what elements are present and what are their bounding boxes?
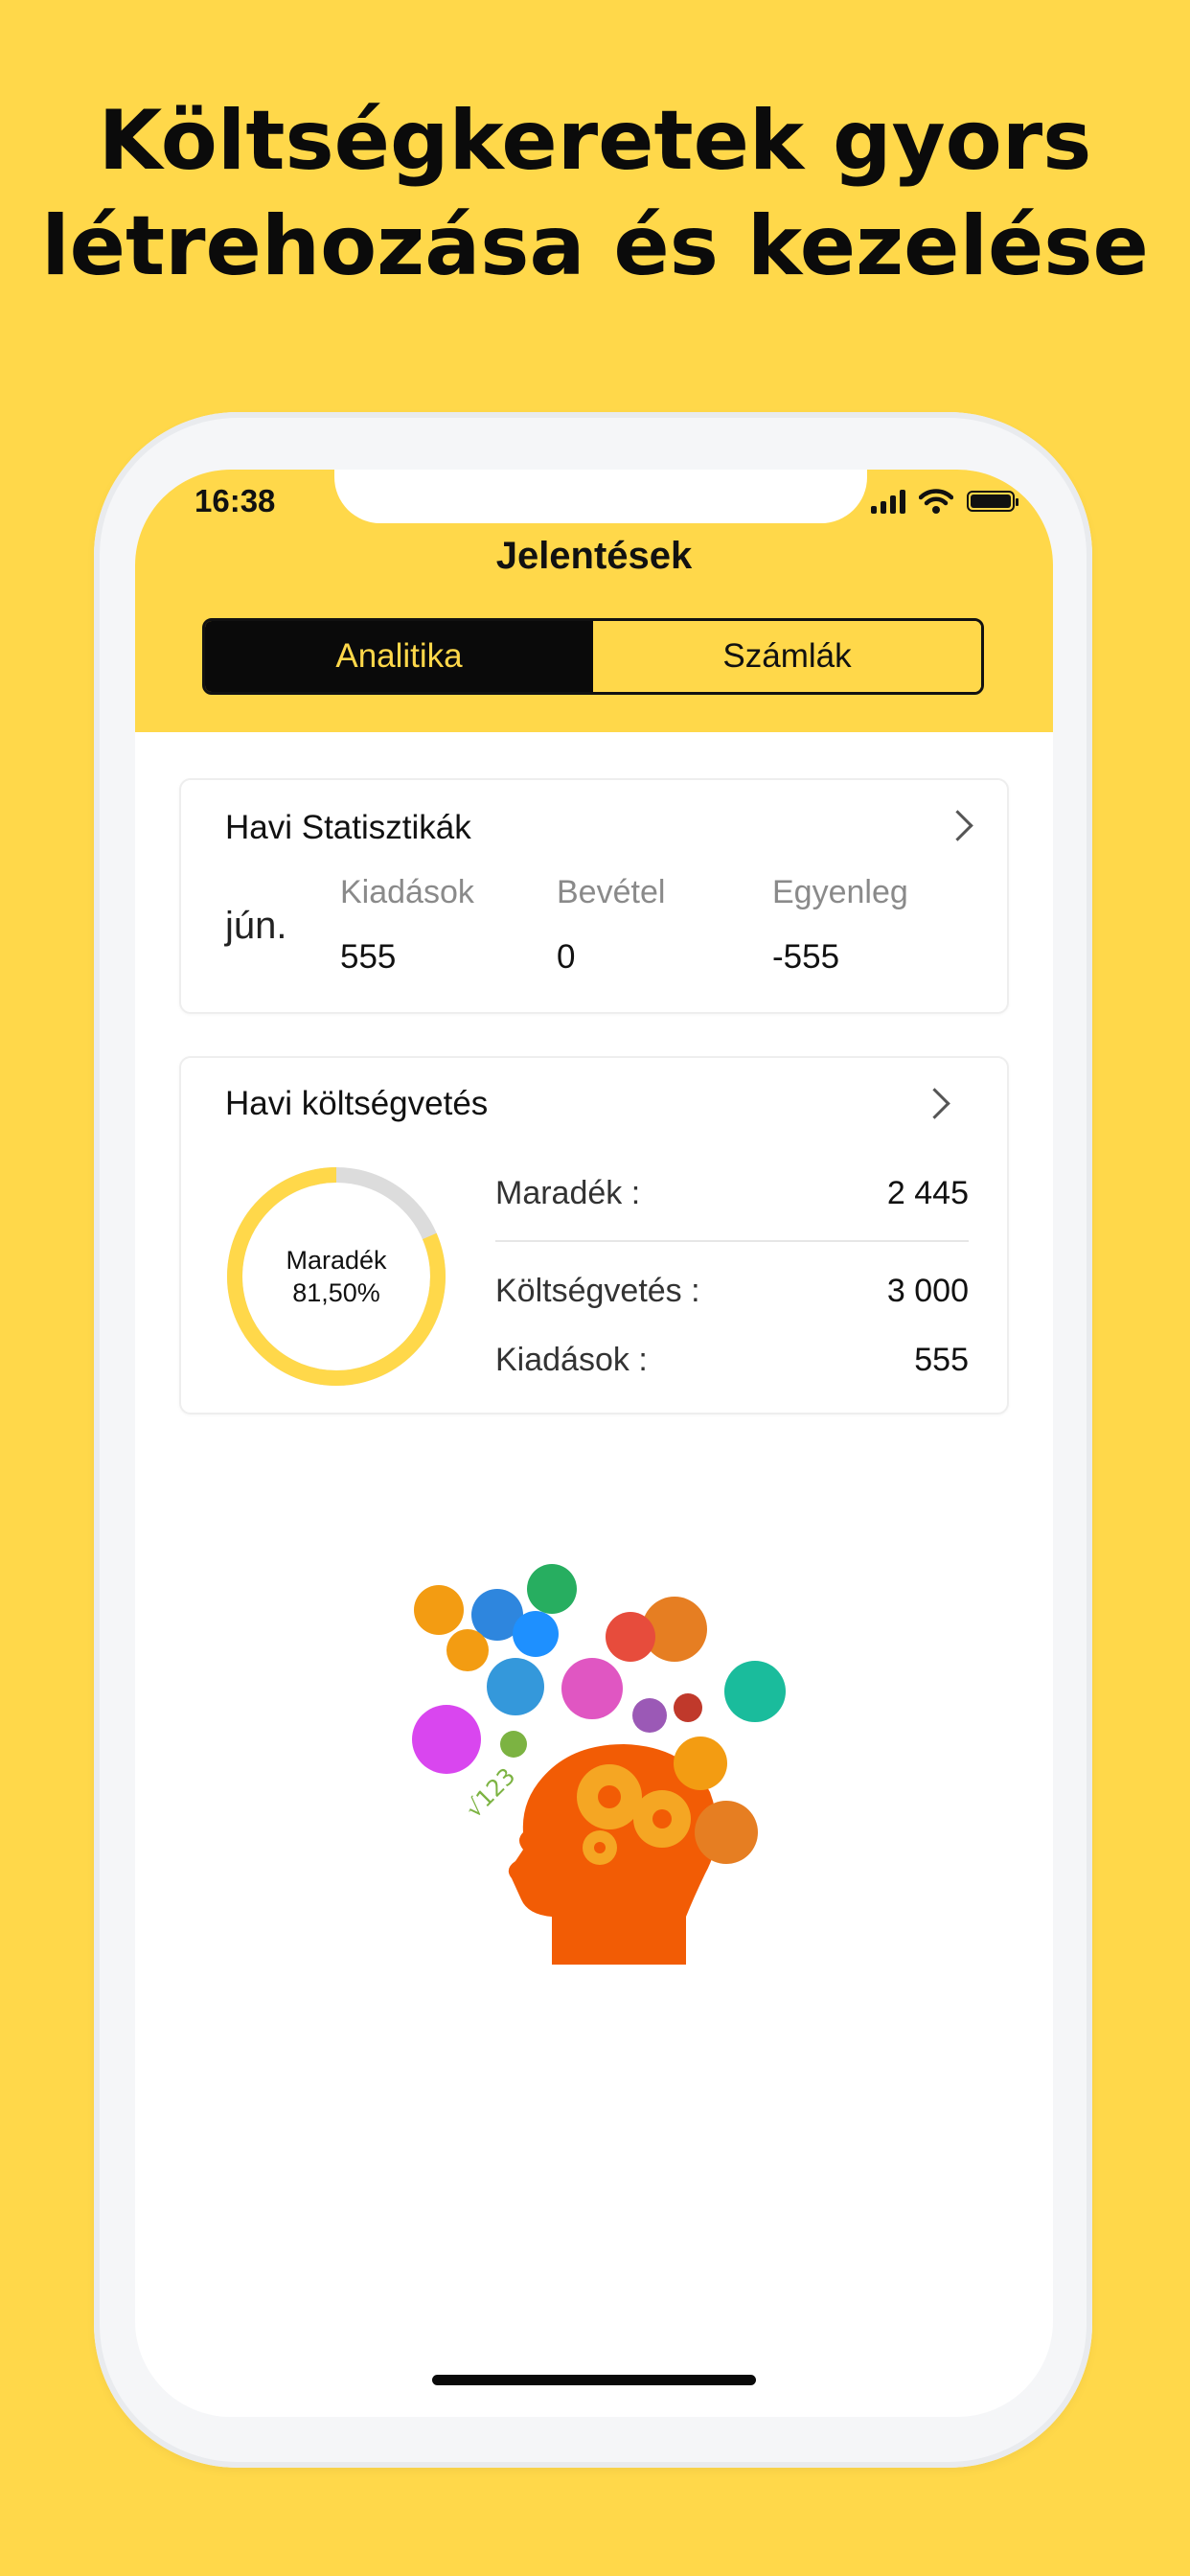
budget-row-label: Maradék :	[495, 1175, 641, 1211]
page-title: Jelentések	[495, 535, 693, 577]
battery-icon	[967, 491, 1018, 512]
budget-row-value: 555	[914, 1342, 969, 1378]
report-tabs: Analitika Számlák	[202, 618, 984, 695]
month-label: jún.	[225, 905, 287, 947]
monthly-budget-card[interactable]: Havi költségvetés Maradék 81,50% Maradék…	[179, 1056, 1009, 1414]
status-time: 16:38	[195, 483, 276, 518]
stat-balance: Egyenleg -555	[772, 874, 908, 977]
stat-value: 555	[340, 938, 397, 976]
budget-row-remaining: Maradék : 2 445	[495, 1175, 969, 1212]
monthly-stats-title: Havi Statisztikák	[225, 809, 471, 846]
stat-value: -555	[772, 938, 840, 976]
budget-row-expenses: Kiadások : 555	[495, 1342, 969, 1379]
wifi-icon	[919, 489, 953, 514]
donut-percent: 81,50%	[292, 1278, 380, 1307]
stat-value: 0	[557, 938, 576, 976]
phone-screen: 16:38 Jelentések Analitika Számlák Havi …	[135, 470, 1053, 2417]
header-area: 16:38 Jelentések Analitika Számlák	[135, 470, 1053, 732]
stat-income: Bevétel 0	[557, 874, 665, 977]
monthly-budget-title: Havi költségvetés	[225, 1085, 489, 1122]
tab-szamlak[interactable]: Számlák	[593, 621, 981, 692]
donut-center-label: Maradék 81,50%	[221, 1162, 451, 1392]
chevron-right-icon[interactable]	[919, 1088, 950, 1119]
svg-text:√123: √123	[460, 1762, 520, 1823]
budget-row-value: 2 445	[886, 1175, 969, 1211]
promo-headline-line2: létrehozása és kezelése	[41, 198, 1149, 294]
monthly-stats-card[interactable]: Havi Statisztikák jún. Kiadások 555 Bevé…	[179, 778, 1009, 1014]
donut-label: Maradék	[286, 1246, 387, 1275]
home-indicator	[432, 2375, 756, 2385]
chevron-right-icon[interactable]	[942, 810, 973, 841]
stat-label: Kiadások	[340, 874, 474, 910]
budget-row-value: 3 000	[886, 1273, 969, 1309]
promo-headline: Költségkeretek gyors létrehozása és keze…	[0, 88, 1190, 299]
stat-label: Bevétel	[557, 874, 666, 910]
stat-label: Egyenleg	[772, 874, 908, 910]
divider	[495, 1240, 969, 1242]
status-icons	[871, 485, 1018, 518]
budget-row-label: Költségvetés :	[495, 1273, 700, 1309]
promo-headline-line1: Költségkeretek gyors	[98, 93, 1092, 189]
phone-notch	[334, 470, 867, 523]
budget-row-label: Kiadások :	[495, 1342, 648, 1378]
budget-row-budget: Költségvetés : 3 000	[495, 1273, 969, 1310]
head-with-gears-and-science-icons: √123	[412, 1564, 786, 1965]
stat-expenses: Kiadások 555	[340, 874, 474, 977]
tab-analitika[interactable]: Analitika	[205, 621, 593, 692]
cellular-signal-icon	[871, 489, 905, 514]
